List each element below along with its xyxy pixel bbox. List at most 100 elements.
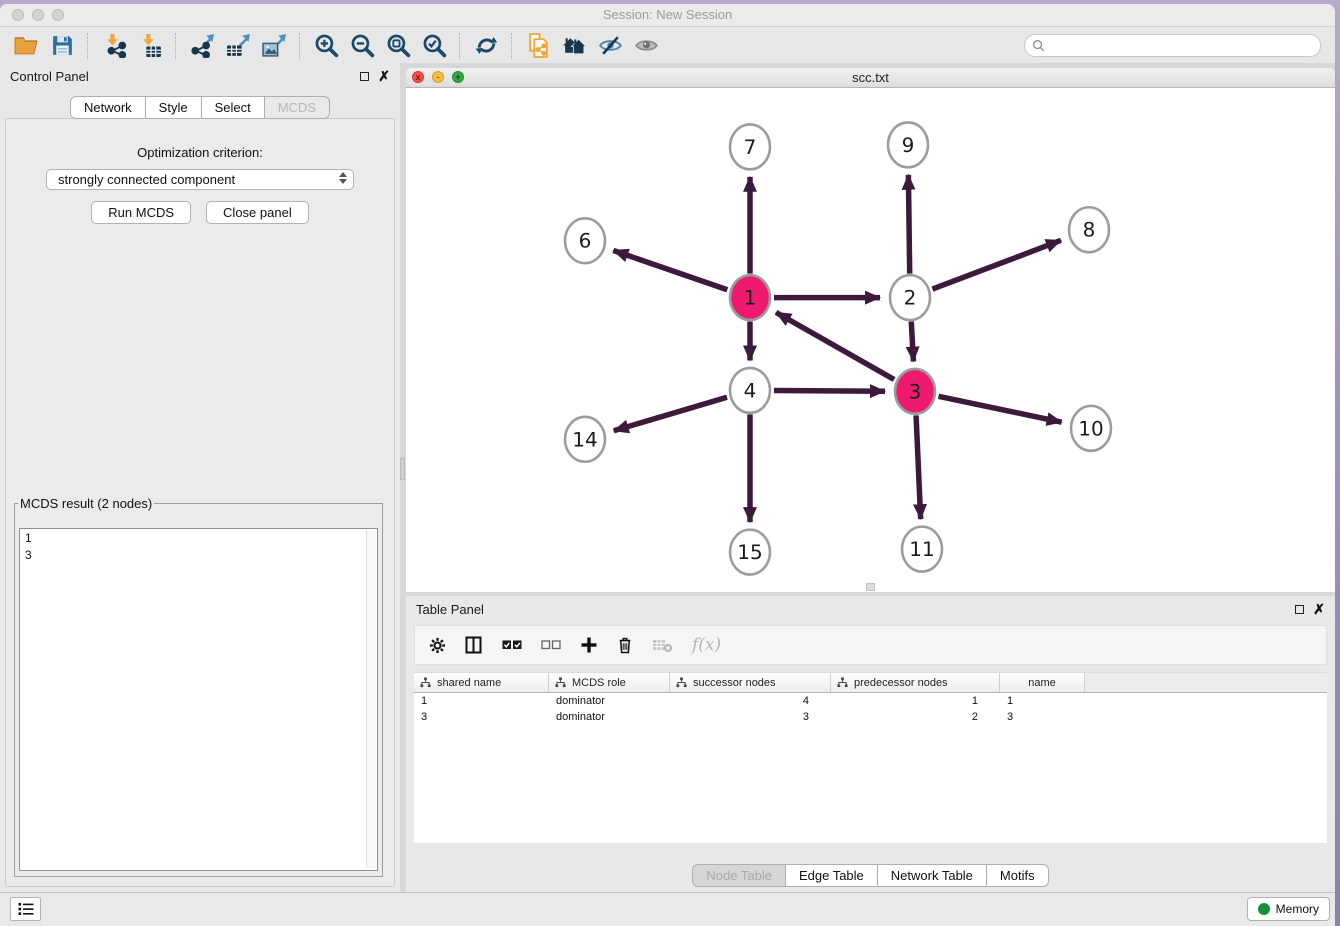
tab-mcds[interactable]: MCDS: [265, 96, 330, 119]
graph-node-2[interactable]: 2: [890, 275, 930, 320]
save-floppy-icon: [50, 33, 75, 58]
graph-node-14[interactable]: 14: [565, 417, 605, 462]
houses-icon: [562, 33, 587, 58]
column-header-shared-name[interactable]: shared name: [414, 673, 549, 692]
table-cell[interactable]: 1: [414, 695, 549, 707]
graph-edge-4-14[interactable]: [614, 397, 727, 431]
task-history-button[interactable]: [10, 897, 41, 921]
delete-row-button[interactable]: [617, 636, 633, 654]
graph-node-6[interactable]: 6: [565, 218, 605, 263]
tab-node-table[interactable]: Node Table: [692, 864, 786, 887]
graph-node-7[interactable]: 7: [730, 124, 770, 169]
gear-icon: [429, 637, 446, 654]
export-table-button[interactable]: [223, 31, 253, 61]
table-cell[interactable]: 3: [670, 711, 831, 723]
select-all-button[interactable]: [502, 640, 522, 650]
graph-edge-3-10[interactable]: [938, 396, 1061, 422]
table-settings-button[interactable]: [429, 637, 446, 654]
graph-edge-2-9[interactable]: [908, 175, 909, 274]
toolbar-separator: [459, 33, 461, 59]
deselect-all-button[interactable]: [541, 640, 561, 650]
graph-node-1[interactable]: 1: [730, 275, 770, 320]
list-icon: [18, 902, 34, 916]
graph-node-15[interactable]: 15: [730, 530, 770, 575]
criterion-select[interactable]: strongly connected component: [46, 169, 354, 190]
graph-edge-2-8[interactable]: [932, 240, 1061, 289]
graph-node-label: 2: [904, 286, 917, 310]
table-row[interactable]: 3dominator323: [414, 709, 1327, 725]
network-graph[interactable]: 1 2 3 4 6 7 8 9 10 11 14 15: [406, 88, 1335, 592]
graph-node-8[interactable]: 8: [1069, 207, 1109, 252]
close-panel-icon[interactable]: ✗: [378, 69, 390, 83]
graph-node-4[interactable]: 4: [730, 368, 770, 413]
result-scrollbar[interactable]: [366, 530, 376, 869]
zoom-in-button[interactable]: [311, 31, 341, 61]
run-mcds-button[interactable]: Run MCDS: [91, 201, 191, 224]
export-image-icon: [262, 33, 287, 58]
apply-layout-button[interactable]: [471, 31, 501, 61]
delete-table-button[interactable]: [652, 637, 673, 653]
mcds-result-area[interactable]: 13: [19, 528, 378, 871]
table-cell[interactable]: 1: [1000, 695, 1085, 707]
float-panel-icon[interactable]: [360, 72, 369, 81]
export-network-button[interactable]: [187, 31, 217, 61]
mcds-result-fieldset: MCDS result (2 nodes) 13: [14, 496, 383, 877]
tab-edge-table[interactable]: Edge Table: [786, 864, 878, 887]
graph-edge-3-1[interactable]: [776, 312, 894, 379]
zoom-fit-button[interactable]: [383, 31, 413, 61]
graph-node-11[interactable]: 11: [902, 527, 942, 572]
tab-style[interactable]: Style: [146, 96, 202, 119]
table-cell[interactable]: dominator: [549, 711, 670, 723]
tab-network[interactable]: Network: [70, 96, 146, 119]
save-session-button[interactable]: [47, 31, 77, 61]
add-row-button[interactable]: [580, 636, 598, 654]
network-canvas[interactable]: 1 2 3 4 6 7 8 9 10 11 14 15: [406, 88, 1335, 592]
graph-node-10[interactable]: 10: [1071, 406, 1111, 451]
export-image-button[interactable]: [259, 31, 289, 61]
close-panel-icon[interactable]: ✗: [1313, 602, 1325, 616]
hide-panel-button[interactable]: [595, 31, 625, 61]
open-session-button[interactable]: [11, 31, 41, 61]
import-table-button[interactable]: [135, 31, 165, 61]
graph-node-9[interactable]: 9: [888, 122, 928, 167]
zoom-out-button[interactable]: [347, 31, 377, 61]
column-header-name[interactable]: name: [1000, 673, 1085, 692]
column-header-successor-nodes[interactable]: successor nodes: [670, 673, 831, 692]
zoom-selected-button[interactable]: [419, 31, 449, 61]
attribute-tree-icon: [676, 677, 687, 688]
graph-edge-1-6[interactable]: [613, 250, 727, 289]
table-cell[interactable]: 1: [831, 695, 1000, 707]
search-input[interactable]: [1024, 34, 1321, 57]
graph-edge-3-11[interactable]: [916, 415, 921, 519]
tab-network-table[interactable]: Network Table: [878, 864, 987, 887]
column-header-predecessor-nodes[interactable]: predecessor nodes: [831, 673, 1000, 692]
tab-motifs[interactable]: Motifs: [987, 864, 1049, 887]
table-cell[interactable]: 4: [670, 695, 831, 707]
table-cell[interactable]: dominator: [549, 695, 670, 707]
graph-edge-2-3[interactable]: [911, 322, 913, 362]
network-file-button[interactable]: [523, 31, 553, 61]
table-row[interactable]: 1dominator411: [414, 693, 1327, 709]
open-folder-icon: [14, 33, 39, 58]
function-builder-button[interactable]: f(x): [692, 635, 721, 655]
home-overview-button[interactable]: [559, 31, 589, 61]
toggle-columns-button[interactable]: [465, 636, 483, 654]
canvas-resize-handle[interactable]: [866, 583, 875, 591]
table-cell[interactable]: 3: [414, 711, 549, 723]
graph-edge-4-3[interactable]: [774, 391, 885, 392]
table-cell[interactable]: 3: [1000, 711, 1085, 723]
close-panel-button[interactable]: Close panel: [206, 201, 309, 224]
zoom-in-icon: [314, 33, 339, 58]
graph-node-label: 1: [744, 286, 757, 310]
graph-node-3[interactable]: 3: [895, 369, 935, 414]
column-header-mcds-role[interactable]: MCDS role: [549, 673, 670, 692]
import-network-button[interactable]: [99, 31, 129, 61]
table-cell[interactable]: 2: [831, 711, 1000, 723]
memory-button[interactable]: Memory: [1247, 897, 1330, 921]
float-panel-icon[interactable]: [1295, 605, 1304, 614]
delete-table-icon: [652, 637, 673, 653]
show-panel-button[interactable]: [631, 31, 661, 61]
tab-select[interactable]: Select: [202, 96, 265, 119]
memory-label: Memory: [1276, 902, 1319, 916]
splitter-handle[interactable]: [400, 458, 405, 480]
